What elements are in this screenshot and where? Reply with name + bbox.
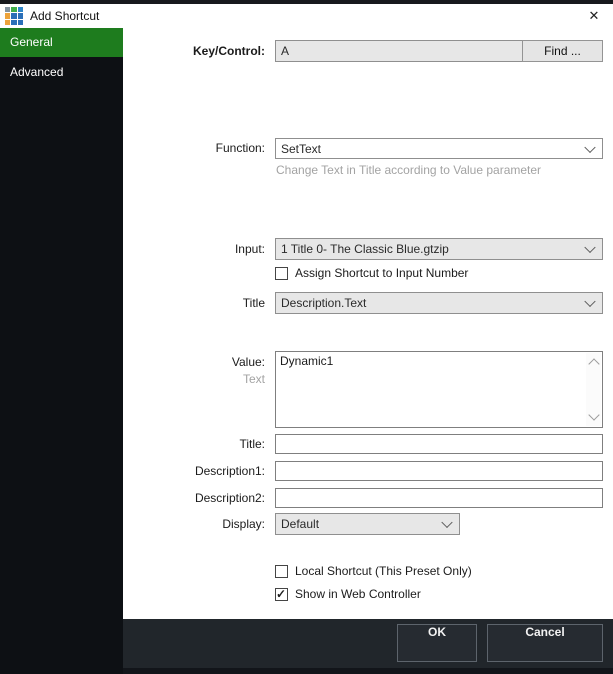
ok-button[interactable]: OK: [397, 624, 477, 662]
input-label: Input:: [123, 238, 265, 260]
app-grid-icon: [5, 7, 23, 25]
chevron-down-icon: [584, 242, 595, 253]
display-value: Default: [281, 517, 319, 531]
chevron-down-icon: [441, 517, 452, 528]
sidebar-item-label: General: [10, 35, 53, 49]
checkbox-box[interactable]: [275, 267, 288, 280]
function-select[interactable]: SetText: [275, 138, 603, 159]
checkbox-box[interactable]: [275, 565, 288, 578]
chevron-down-icon: [584, 296, 595, 307]
value-textarea[interactable]: Dynamic1: [275, 351, 603, 428]
local-shortcut-checkbox[interactable]: Local Shortcut (This Preset Only): [275, 564, 472, 578]
assign-shortcut-checkbox[interactable]: Assign Shortcut to Input Number: [275, 266, 468, 280]
scroll-down-icon[interactable]: [588, 409, 599, 420]
sidebar-item-label: Advanced: [10, 65, 63, 79]
value-sublabel: Text: [123, 372, 265, 386]
footer-bottom-strip: [123, 668, 613, 674]
assign-shortcut-label: Assign Shortcut to Input Number: [295, 266, 468, 280]
find-button[interactable]: Find ...: [522, 40, 603, 62]
title-select[interactable]: Description.Text: [275, 292, 603, 314]
close-icon[interactable]: [583, 4, 605, 28]
description2-label: Description2:: [123, 488, 265, 508]
value-label: Value:: [123, 355, 265, 369]
display-label: Display:: [123, 513, 265, 535]
key-control-label: Key/Control:: [123, 40, 265, 62]
title-bar: Add Shortcut: [0, 4, 613, 28]
input-value: 1 Title 0- The Classic Blue.gtzip: [281, 242, 449, 256]
sidebar: General Advanced: [0, 28, 123, 674]
chevron-down-icon: [584, 141, 595, 152]
description1-label: Description1:: [123, 461, 265, 481]
description2-input[interactable]: [275, 488, 603, 508]
description1-input[interactable]: [275, 461, 603, 481]
sidebar-item-general[interactable]: General: [0, 28, 123, 57]
title-select-value: Description.Text: [281, 296, 366, 310]
title-input-label: Title:: [123, 434, 265, 454]
function-value: SetText: [281, 142, 321, 156]
input-select[interactable]: 1 Title 0- The Classic Blue.gtzip: [275, 238, 603, 260]
dialog-content: Key/Control: A Find ... Function: SetTex…: [123, 28, 613, 619]
key-control-value: A: [281, 44, 289, 58]
local-shortcut-label: Local Shortcut (This Preset Only): [295, 564, 472, 578]
title-input[interactable]: [275, 434, 603, 454]
function-label: Function:: [123, 138, 265, 159]
display-select[interactable]: Default: [275, 513, 460, 535]
footer-bar: OK Cancel: [123, 619, 613, 674]
cancel-button[interactable]: Cancel: [487, 624, 603, 662]
web-controller-checkbox[interactable]: Show in Web Controller: [275, 587, 421, 601]
window-title: Add Shortcut: [30, 4, 99, 28]
textarea-scrollbar[interactable]: [586, 353, 601, 426]
checkbox-box[interactable]: [275, 588, 288, 601]
title-select-label: Title: [123, 292, 265, 314]
function-helper-text: Change Text in Title according to Value …: [276, 163, 541, 177]
sidebar-item-advanced[interactable]: Advanced: [0, 58, 123, 87]
value-text: Dynamic1: [280, 354, 584, 368]
web-controller-label: Show in Web Controller: [295, 587, 421, 601]
scroll-up-icon[interactable]: [588, 358, 599, 369]
